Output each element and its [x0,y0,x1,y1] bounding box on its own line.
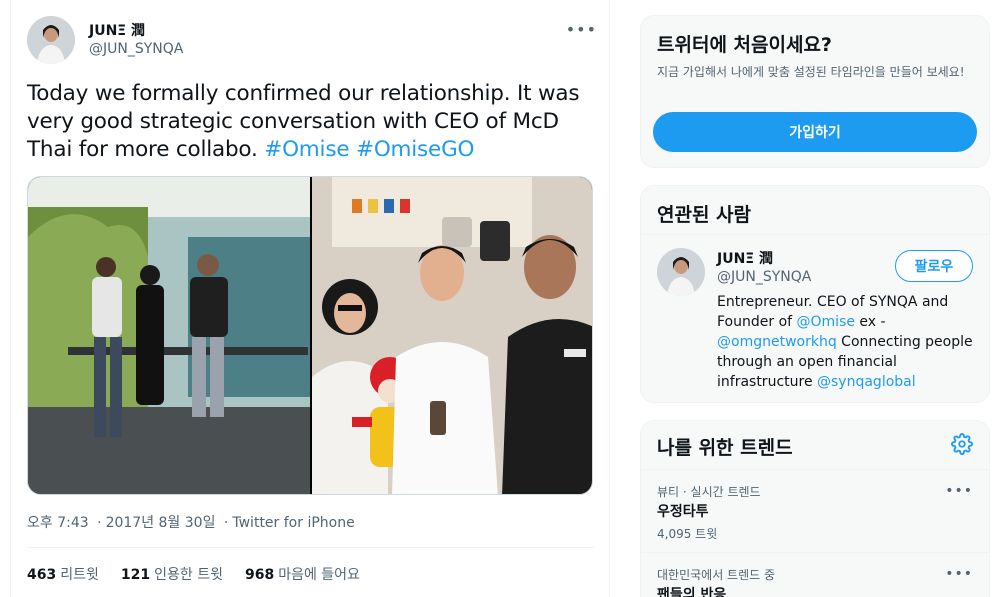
divider [641,469,989,470]
author-avatar[interactable] [27,16,75,64]
bio-text: ex - [854,314,886,330]
related-name[interactable]: JUNΞ 潤 [717,248,773,268]
related-title: 연관된 사람 [657,204,752,226]
trend-context: 대한민국에서 트렌드 중 [657,568,776,582]
likes-label: 마음에 들어요 [278,567,360,583]
divider [641,552,989,553]
trends-title: 나를 위한 트렌드 [657,437,793,459]
tweet-photo-office[interactable] [28,177,310,494]
retweets-label: 리트윗 [60,567,99,583]
author-handle[interactable]: @JUN_SYNQA [89,41,183,57]
related-handle[interactable]: @JUN_SYNQA [717,269,811,285]
divider [641,234,989,235]
retweets-count: 463 [27,567,57,583]
quote-tweets-stat[interactable]: 121 인용한 트윗 [121,564,223,584]
tweet-detail-column: JUNΞ 潤 @JUN_SYNQA ••• Today we formally … [10,0,610,597]
related-bio: Entrepreneur. CEO of SYNQA and Founder o… [717,292,979,392]
mention-omgnetworkhq[interactable]: @omgnetworkhq [717,334,837,350]
related-avatar[interactable] [657,248,705,296]
tweet-source[interactable]: Twitter for iPhone [232,515,354,531]
related-people-card: 연관된 사람 JUNΞ 潤 @JUN_SYNQA 팔로우 Entrepreneu… [640,185,990,403]
tweet-timestamp-line: 오후 7:43 · 2017년 8월 30일 · Twitter for iPhon… [27,512,355,532]
quote-tweets-count: 121 [120,567,151,583]
meta-separator: · [223,515,229,531]
retweets-stat[interactable]: 463 리트윗 [27,564,99,584]
tweet-media [27,176,593,495]
more-icon[interactable]: ••• [945,483,973,499]
trends-card: 나를 위한 트렌드 뷰티 · 실시간 트렌드 ••• 우정타투 4,095 트윗… [640,420,990,597]
divider [27,547,595,548]
trend-name: 팬들의 반응 [657,587,727,597]
tweet-time[interactable]: 오후 7:43 [27,515,89,531]
author-name[interactable]: JUNΞ 潤 [89,20,145,40]
tweet-text: Today we formally confirmed our relation… [27,80,597,164]
likes-count: 968 [244,567,275,583]
signup-button[interactable]: 가입하기 [653,112,977,152]
mention-synqaglobal[interactable]: @synqaglobal [817,374,916,390]
more-icon[interactable]: ••• [566,20,597,39]
tweet-date[interactable]: 2017년 8월 30일 [106,515,216,531]
meta-separator: · [97,515,102,531]
trend-name: 우정타투 [657,504,709,520]
signup-title: 트위터에 처음이세요? [657,34,832,56]
mention-omise[interactable]: @Omise [797,314,855,330]
tweet-author-row: JUNΞ 潤 @JUN_SYNQA ••• [27,16,597,66]
trend-tweet-count: 4,095 트윗 [657,527,718,541]
gear-icon[interactable] [951,433,973,455]
tweet-stats: 463 리트윗 121 인용한 트윗 968 마음에 들어요 [27,564,360,584]
signup-card: 트위터에 처음이세요? 지금 가입해서 나에게 맞춤 설정된 타임라인을 만들어… [640,15,990,168]
signup-description: 지금 가입해서 나에게 맞춤 설정된 타임라인을 만들어 보세요! [657,65,965,79]
trend-context: 뷰티 · 실시간 트렌드 [657,485,761,499]
quote-tweets-label: 인용한 트윗 [154,567,223,583]
more-icon[interactable]: ••• [945,566,973,582]
follow-button[interactable]: 팔로우 [895,250,973,282]
tweet-photo-group[interactable] [312,177,592,494]
hashtag-omise[interactable]: #Omise [264,137,349,162]
hashtag-omisego[interactable]: #OmiseGO [356,137,474,162]
likes-stat[interactable]: 968 마음에 들어요 [245,564,360,584]
